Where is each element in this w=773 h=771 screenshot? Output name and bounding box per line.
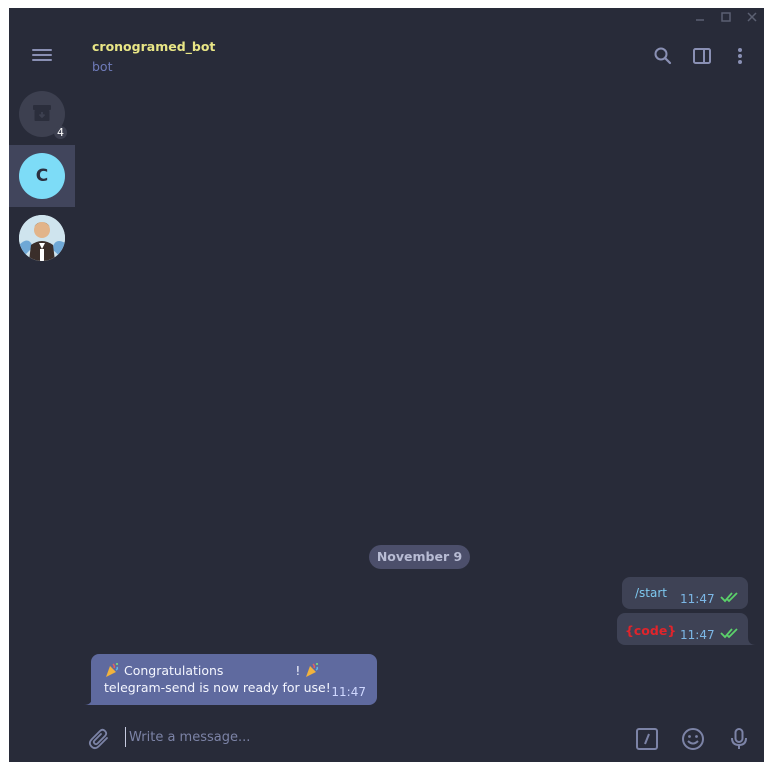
chat-item-photo-avatar[interactable] [19, 215, 65, 261]
chat-folder-sidebar: 4 C [9, 8, 75, 762]
message-time: 11:47 [331, 685, 366, 699]
more-vertical-icon[interactable] [730, 46, 750, 66]
bot-command-icon[interactable] [635, 727, 659, 751]
chat-header: cronogramed_bot bot [75, 8, 764, 78]
message-input[interactable] [125, 727, 609, 747]
double-check-icon [720, 628, 738, 639]
sidebar-toggle-icon[interactable] [692, 46, 712, 66]
search-icon[interactable] [653, 46, 673, 66]
party-popper-icon [306, 663, 319, 677]
message-text[interactable]: telegram-send is now ready for use! [104, 680, 331, 695]
message-composer [75, 713, 764, 762]
chat-title[interactable]: cronogramed_bot [92, 39, 215, 54]
message-text[interactable]: /start [635, 586, 667, 600]
archive-count-badge: 4 [54, 126, 67, 139]
chat-item-cronogramed-bot[interactable]: C [9, 145, 75, 207]
paperclip-icon[interactable] [87, 727, 111, 751]
message-text[interactable]: ! [295, 663, 300, 678]
message-time: 11:47 [680, 592, 715, 606]
photo-avatar [19, 215, 65, 261]
party-popper-icon [106, 663, 119, 677]
message-text[interactable]: {code} [625, 623, 676, 638]
chat-subtitle: bot [92, 59, 113, 74]
hamburger-icon[interactable] [30, 46, 54, 66]
message-time: 11:47 [680, 628, 715, 642]
outgoing-message[interactable]: {code} 11:47 [617, 613, 748, 645]
bubble-tail [84, 697, 92, 705]
archive-icon [33, 105, 51, 121]
archive-button[interactable]: 4 [19, 91, 67, 139]
date-separator: November 9 [369, 545, 470, 569]
microphone-icon[interactable] [727, 727, 751, 751]
incoming-message[interactable]: Congratulations ! telegram-send is now r… [91, 654, 377, 705]
emoji-icon[interactable] [681, 727, 705, 751]
avatar: C [19, 153, 65, 199]
message-text[interactable]: Congratulations [124, 663, 223, 678]
bubble-tail [748, 637, 756, 645]
outgoing-message[interactable]: /start 11:47 [622, 577, 748, 609]
double-check-icon [720, 592, 738, 603]
app-window: 4 C cronogramed_bot bot November 9 /star… [9, 8, 764, 762]
